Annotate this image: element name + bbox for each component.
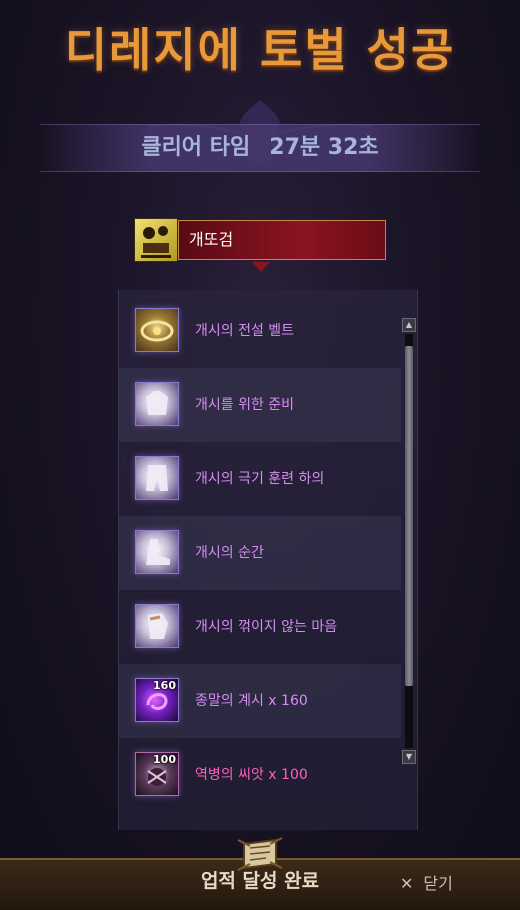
- reward-label: 개시를 위한 준비: [195, 397, 295, 413]
- glove-icon: [135, 604, 179, 648]
- page-title: 디레지에 토벌 성공: [64, 23, 456, 77]
- player-portrait-icon: [134, 218, 178, 262]
- player-name: 개또검: [178, 220, 386, 260]
- shoes-icon: [135, 530, 179, 574]
- close-label: 닫기: [423, 874, 453, 893]
- scroll-down-arrow-icon[interactable]: ▼: [402, 750, 416, 764]
- item-quantity: 160: [153, 679, 176, 692]
- close-icon: ✕: [400, 874, 414, 893]
- reward-label: 역병의 씨앗 x 100: [195, 767, 308, 783]
- clear-time-label: 클리어 타임: [141, 135, 251, 160]
- close-button[interactable]: ✕ 닫기: [400, 870, 453, 894]
- list-item[interactable]: 개시의 꺾이지 않는 마음: [119, 590, 401, 664]
- belt-icon: [135, 308, 179, 352]
- player-card: 개또검: [134, 218, 386, 264]
- reward-list[interactable]: 개시의 전설 벨트 개시를 위한 준비 개시의 극기 훈련 하의 개시의 순간 …: [118, 290, 418, 830]
- scroll-thumb[interactable]: [405, 346, 413, 686]
- reward-label: 개시의 순간: [195, 545, 264, 561]
- player-pointer: [252, 262, 270, 272]
- armor-icon: [135, 382, 179, 426]
- reward-label: 종말의 계시 x 160: [195, 693, 308, 709]
- clear-time-value: 27분 32초: [269, 135, 379, 160]
- seed-icon: 100: [135, 752, 179, 796]
- pants-icon: [135, 456, 179, 500]
- list-item[interactable]: 개시의 전설 벨트: [119, 294, 401, 368]
- reward-list-scrollbar[interactable]: ▲ ▼: [402, 318, 416, 764]
- list-item[interactable]: 개시의 순간: [119, 516, 401, 590]
- clear-time-band: 클리어 타임 27분 32초: [40, 124, 480, 172]
- list-item[interactable]: 160 종말의 계시 x 160: [119, 664, 401, 738]
- orb-icon: 160: [135, 678, 179, 722]
- reward-label: 개시의 꺾이지 않는 마음: [195, 619, 338, 635]
- list-item[interactable]: 개시를 위한 준비: [119, 368, 401, 442]
- item-quantity: 100: [153, 753, 176, 766]
- list-item[interactable]: 100 역병의 씨앗 x 100: [119, 738, 401, 812]
- scroll-up-arrow-icon[interactable]: ▲: [402, 318, 416, 332]
- reward-label: 개시의 전설 벨트: [195, 323, 295, 339]
- list-item[interactable]: 개시의 극기 훈련 하의: [119, 442, 401, 516]
- reward-label: 개시의 극기 훈련 하의: [195, 471, 325, 487]
